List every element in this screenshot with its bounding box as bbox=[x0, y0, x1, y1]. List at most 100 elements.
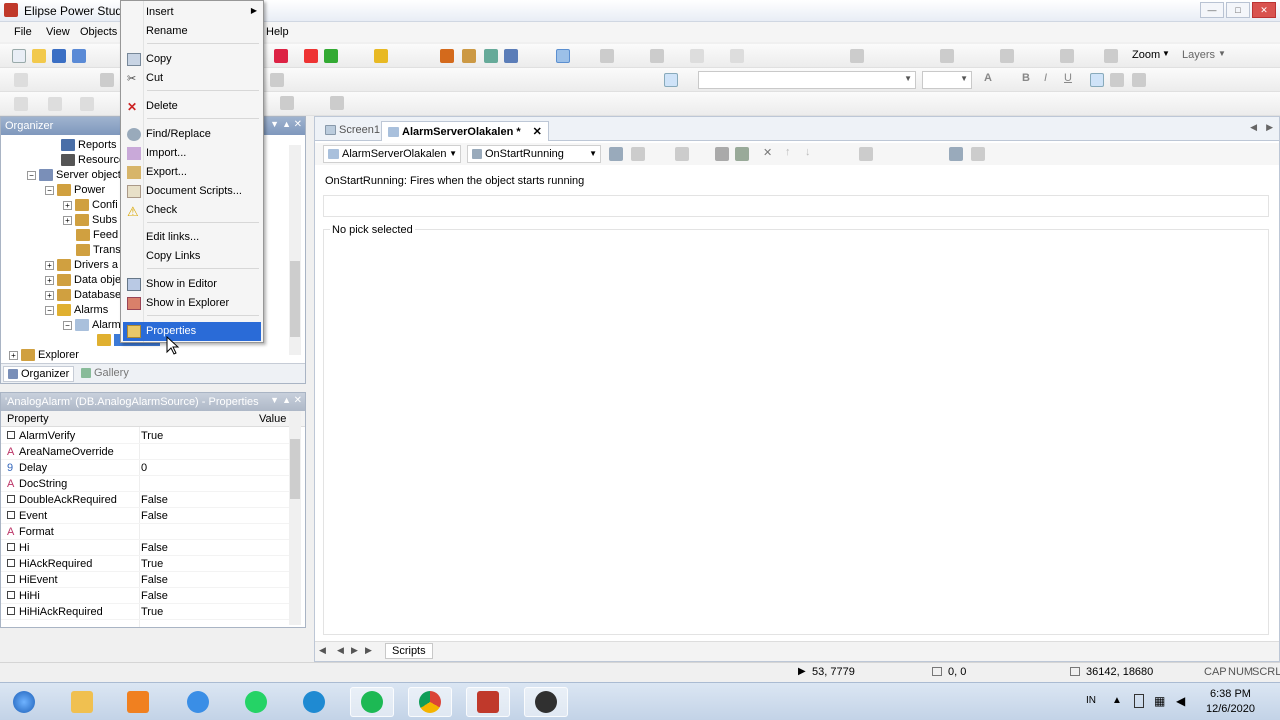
menu-item-document-scripts[interactable]: Document Scripts... bbox=[123, 182, 261, 201]
object-combo[interactable]: AlarmServerOlakalen ▼ bbox=[323, 145, 461, 163]
menu-item-show-in-explorer[interactable]: Show in Explorer bbox=[123, 294, 261, 313]
line-tool-icon[interactable] bbox=[650, 49, 664, 63]
order-tool-icon[interactable] bbox=[1060, 49, 1074, 63]
align-center-icon[interactable] bbox=[1110, 73, 1124, 87]
property-row[interactable]: HiEvent False bbox=[1, 572, 291, 588]
expand-icon[interactable]: + bbox=[63, 215, 72, 225]
expand-icon[interactable]: + bbox=[45, 290, 54, 300]
script-input-bar[interactable] bbox=[323, 195, 1269, 217]
menu-item-copy-links[interactable]: Copy Links bbox=[123, 247, 261, 266]
layer-tool-icon[interactable] bbox=[1104, 49, 1118, 63]
script-tool-icon[interactable] bbox=[949, 147, 963, 161]
save-icon[interactable] bbox=[52, 49, 66, 63]
align-tool-icon[interactable] bbox=[940, 49, 954, 63]
shadow-tool-icon[interactable] bbox=[280, 96, 294, 110]
font-color-icon[interactable]: A bbox=[984, 72, 992, 84]
group-tool-icon[interactable] bbox=[1000, 49, 1014, 63]
menu-item-delete[interactable]: ✕ Delete bbox=[123, 97, 261, 116]
layers-label[interactable]: Layers bbox=[1182, 49, 1215, 61]
object-tool-icon[interactable] bbox=[440, 49, 454, 63]
underline-icon[interactable]: U bbox=[1064, 72, 1072, 84]
close-icon[interactable]: ✕ bbox=[294, 395, 302, 406]
network-icon[interactable]: ▦ bbox=[1154, 694, 1165, 708]
script-tool-icon[interactable] bbox=[715, 147, 729, 161]
rect-tool-icon[interactable] bbox=[690, 49, 704, 63]
first-page-icon[interactable]: ◀ bbox=[319, 645, 326, 656]
property-row[interactable]: HiHiAckRequired True bbox=[1, 604, 291, 620]
event-combo[interactable]: OnStartRunning ▼ bbox=[467, 145, 601, 163]
battery-icon[interactable] bbox=[1134, 694, 1144, 708]
pin-icon[interactable]: ▲ bbox=[282, 395, 291, 405]
tree-item-config[interactable]: + Confi bbox=[63, 199, 118, 214]
property-row[interactable]: HiHi False bbox=[1, 588, 291, 604]
run-icon[interactable] bbox=[324, 49, 338, 63]
font-size-combo[interactable]: ▼ bbox=[922, 71, 972, 89]
menu-item-show-in-editor[interactable]: Show in Editor bbox=[123, 275, 261, 294]
organizer-scrollbar[interactable] bbox=[289, 145, 301, 355]
expand-icon[interactable]: + bbox=[45, 260, 54, 270]
effect-tool-icon[interactable] bbox=[330, 96, 344, 110]
expand-icon[interactable]: + bbox=[45, 275, 54, 285]
chevron-down-icon[interactable]: ▼ bbox=[270, 395, 279, 405]
scroll-left-icon[interactable]: ◀ bbox=[1250, 122, 1257, 133]
collapse-icon[interactable]: − bbox=[63, 320, 72, 330]
tree-item-alarm-server[interactable]: − Alarm bbox=[63, 319, 121, 334]
expand-icon[interactable]: + bbox=[63, 200, 72, 210]
script-tool-icon[interactable] bbox=[609, 147, 623, 161]
brush-tool-icon[interactable] bbox=[80, 97, 94, 111]
menu-item-find-replace[interactable]: Find/Replace bbox=[123, 125, 261, 144]
properties-scrollbar[interactable] bbox=[289, 411, 301, 625]
menu-item-copy[interactable]: Copy bbox=[123, 50, 261, 69]
open-icon[interactable] bbox=[32, 49, 46, 63]
collapse-icon[interactable]: − bbox=[27, 170, 36, 180]
object-tool4-icon[interactable] bbox=[504, 49, 518, 63]
menu-item-rename[interactable]: Rename bbox=[123, 22, 261, 41]
prev-page-icon[interactable]: ◀ bbox=[337, 645, 344, 656]
ellipse-tool-icon[interactable] bbox=[730, 49, 744, 63]
tab-gallery[interactable]: Gallery bbox=[77, 366, 133, 382]
property-row[interactable]: A Format bbox=[1, 524, 291, 540]
italic-icon[interactable]: I bbox=[1044, 72, 1047, 84]
column-property[interactable]: Property bbox=[7, 413, 49, 425]
menu-view[interactable]: View bbox=[46, 26, 70, 38]
collapse-icon[interactable]: − bbox=[45, 305, 54, 315]
taskbar-edge[interactable] bbox=[292, 687, 336, 717]
maximize-button[interactable]: □ bbox=[1226, 2, 1250, 18]
new-icon[interactable] bbox=[12, 49, 26, 63]
move-down-icon[interactable]: ↓ bbox=[805, 146, 811, 158]
align-left-icon[interactable] bbox=[1090, 73, 1104, 87]
tree-item-server-object[interactable]: − Server object bbox=[27, 169, 121, 184]
object-tool2-icon[interactable] bbox=[462, 49, 476, 63]
pause-icon[interactable] bbox=[304, 49, 318, 63]
scroll-right-icon[interactable]: ▶ bbox=[1266, 122, 1273, 133]
pick-list-area[interactable]: No pick selected bbox=[323, 224, 1269, 635]
tree-item-feed[interactable]: Feed bbox=[76, 229, 118, 244]
menu-objects[interactable]: Objects bbox=[80, 26, 117, 38]
menu-item-properties[interactable]: Properties bbox=[123, 322, 261, 341]
tab-screen1[interactable]: Screen1 bbox=[319, 121, 386, 141]
close-tab-icon[interactable]: ✕ bbox=[533, 126, 542, 138]
draw-tool-icon[interactable] bbox=[600, 49, 614, 63]
object-tool3-icon[interactable] bbox=[484, 49, 498, 63]
tree-item-explorer[interactable]: + Explorer bbox=[9, 349, 79, 364]
zoom-label[interactable]: Zoom bbox=[1132, 49, 1160, 61]
pointer-icon[interactable] bbox=[556, 49, 570, 63]
last-page-icon[interactable]: ▶ bbox=[365, 645, 372, 656]
property-row[interactable]: AlarmVerify True bbox=[1, 428, 291, 444]
property-row[interactable]: 9 Delay 0 bbox=[1, 460, 291, 476]
tree-item-trans[interactable]: Trans bbox=[76, 244, 121, 259]
property-row[interactable]: HiAckRequired True bbox=[1, 556, 291, 572]
menu-item-import[interactable]: Import... bbox=[123, 144, 261, 163]
align-right-icon[interactable] bbox=[1132, 73, 1146, 87]
text-style-icon[interactable] bbox=[270, 73, 284, 87]
script-tool-icon[interactable] bbox=[735, 147, 749, 161]
collapse-icon[interactable]: − bbox=[45, 185, 54, 195]
font-name-combo[interactable]: ▼ bbox=[698, 71, 916, 89]
menu-item-insert[interactable]: Insert ▶ bbox=[123, 3, 261, 22]
volume-icon[interactable]: ◀ bbox=[1176, 694, 1185, 708]
taskbar-app[interactable] bbox=[176, 687, 220, 717]
show-hidden-icons[interactable]: ▲ bbox=[1112, 695, 1122, 706]
stop-icon[interactable] bbox=[274, 49, 288, 63]
bold-icon[interactable]: B bbox=[1022, 72, 1030, 84]
chevron-down-icon[interactable]: ▼ bbox=[1218, 49, 1226, 58]
